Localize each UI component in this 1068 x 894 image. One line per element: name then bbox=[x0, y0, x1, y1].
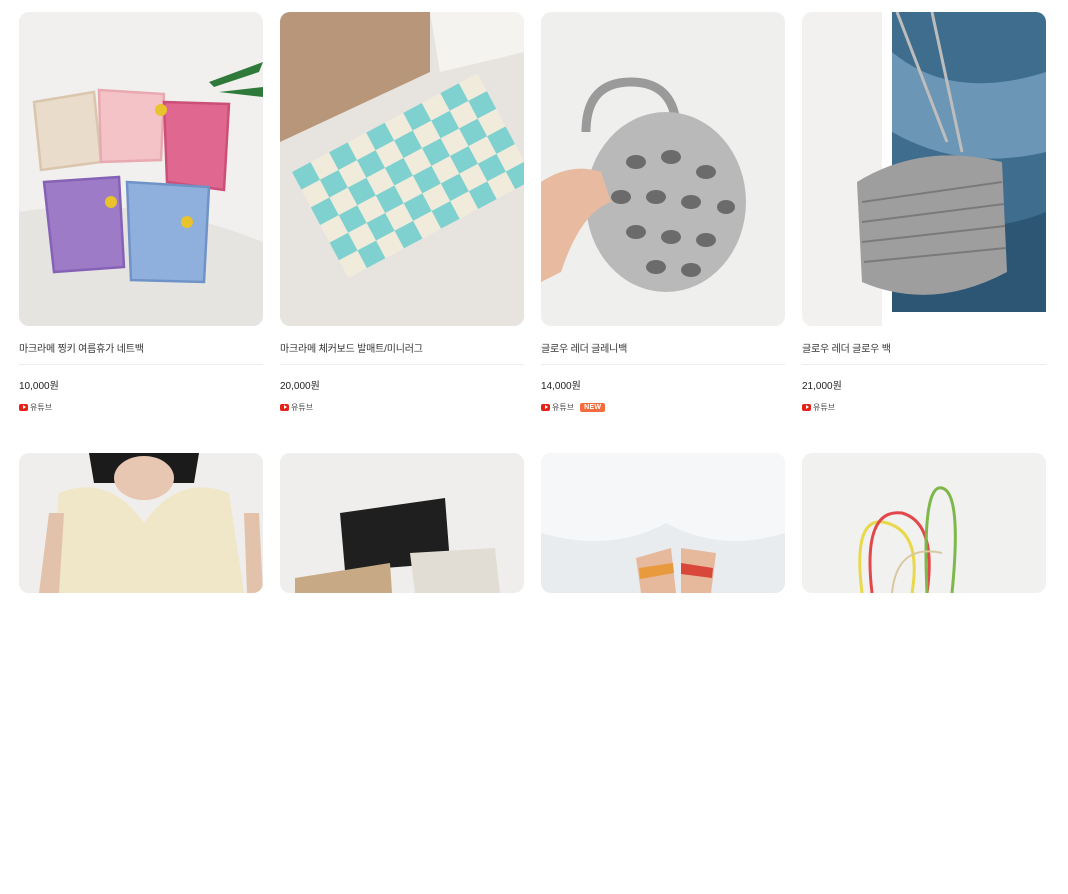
product-title[interactable]: 마크라메 체커보드 발매트/미니러그 bbox=[280, 340, 524, 354]
source-label: 유튜브 bbox=[552, 402, 575, 412]
product-image[interactable] bbox=[280, 453, 524, 593]
product-card[interactable]: 마크라메 체커보드 발매트/미니러그 20,000원 유튜브 bbox=[280, 12, 524, 453]
youtube-icon bbox=[802, 403, 811, 411]
youtube-icon bbox=[19, 403, 28, 411]
product-card[interactable]: 글로우 레더 글로우 백 21,000원 유튜브 bbox=[802, 12, 1046, 453]
product-image[interactable] bbox=[280, 12, 524, 326]
product-card[interactable]: 글로우 레더 글레니백 14,000원 유튜브 NEW bbox=[541, 12, 785, 453]
youtube-source: 유튜브 bbox=[802, 402, 835, 413]
product-title[interactable]: 글로우 레더 글레니백 bbox=[541, 340, 785, 354]
product-card[interactable] bbox=[280, 453, 524, 894]
youtube-icon bbox=[541, 403, 550, 411]
product-price: 10,000원 bbox=[19, 381, 59, 392]
divider bbox=[19, 364, 263, 365]
product-card[interactable] bbox=[802, 453, 1046, 894]
divider bbox=[541, 364, 785, 365]
product-image[interactable] bbox=[541, 453, 785, 593]
divider bbox=[280, 364, 524, 365]
pouches-photo bbox=[280, 453, 524, 593]
divider bbox=[802, 364, 1046, 365]
cords-photo bbox=[802, 453, 1046, 593]
silver-bag-hand-photo bbox=[541, 12, 785, 326]
product-price: 21,000원 bbox=[802, 381, 842, 392]
product-image[interactable] bbox=[19, 453, 263, 593]
new-badge: NEW bbox=[580, 402, 606, 412]
checker-mat-photo bbox=[280, 12, 524, 326]
source-label: 유튜브 bbox=[813, 402, 836, 412]
product-image[interactable] bbox=[19, 12, 263, 326]
product-price: 20,000원 bbox=[280, 381, 320, 392]
product-grid: 마크라메 찡키 여름휴가 네트백 10,000원 유튜브 마크라메 체커보드 발… bbox=[19, 12, 1046, 894]
source-label: 유튜브 bbox=[30, 402, 53, 412]
product-image[interactable] bbox=[541, 12, 785, 326]
youtube-source: 유튜브 bbox=[280, 402, 313, 413]
sandals-photo bbox=[541, 453, 785, 593]
product-price: 14,000원 bbox=[541, 381, 581, 392]
youtube-source: 유튜브 bbox=[541, 402, 574, 413]
net-bags-photo bbox=[19, 12, 263, 326]
youtube-source: 유튜브 bbox=[19, 402, 52, 413]
product-title[interactable]: 글로우 레더 글로우 백 bbox=[802, 340, 1046, 354]
youtube-icon bbox=[280, 403, 289, 411]
product-card[interactable] bbox=[19, 453, 263, 894]
silver-shoulder-bag-photo bbox=[802, 12, 1046, 326]
source-label: 유튜브 bbox=[291, 402, 314, 412]
product-image[interactable] bbox=[802, 12, 1046, 326]
product-card[interactable] bbox=[541, 453, 785, 894]
knit-vest-photo bbox=[19, 453, 263, 593]
product-image[interactable] bbox=[802, 453, 1046, 593]
product-card[interactable]: 마크라메 찡키 여름휴가 네트백 10,000원 유튜브 bbox=[19, 12, 263, 453]
product-title[interactable]: 마크라메 찡키 여름휴가 네트백 bbox=[19, 340, 263, 354]
